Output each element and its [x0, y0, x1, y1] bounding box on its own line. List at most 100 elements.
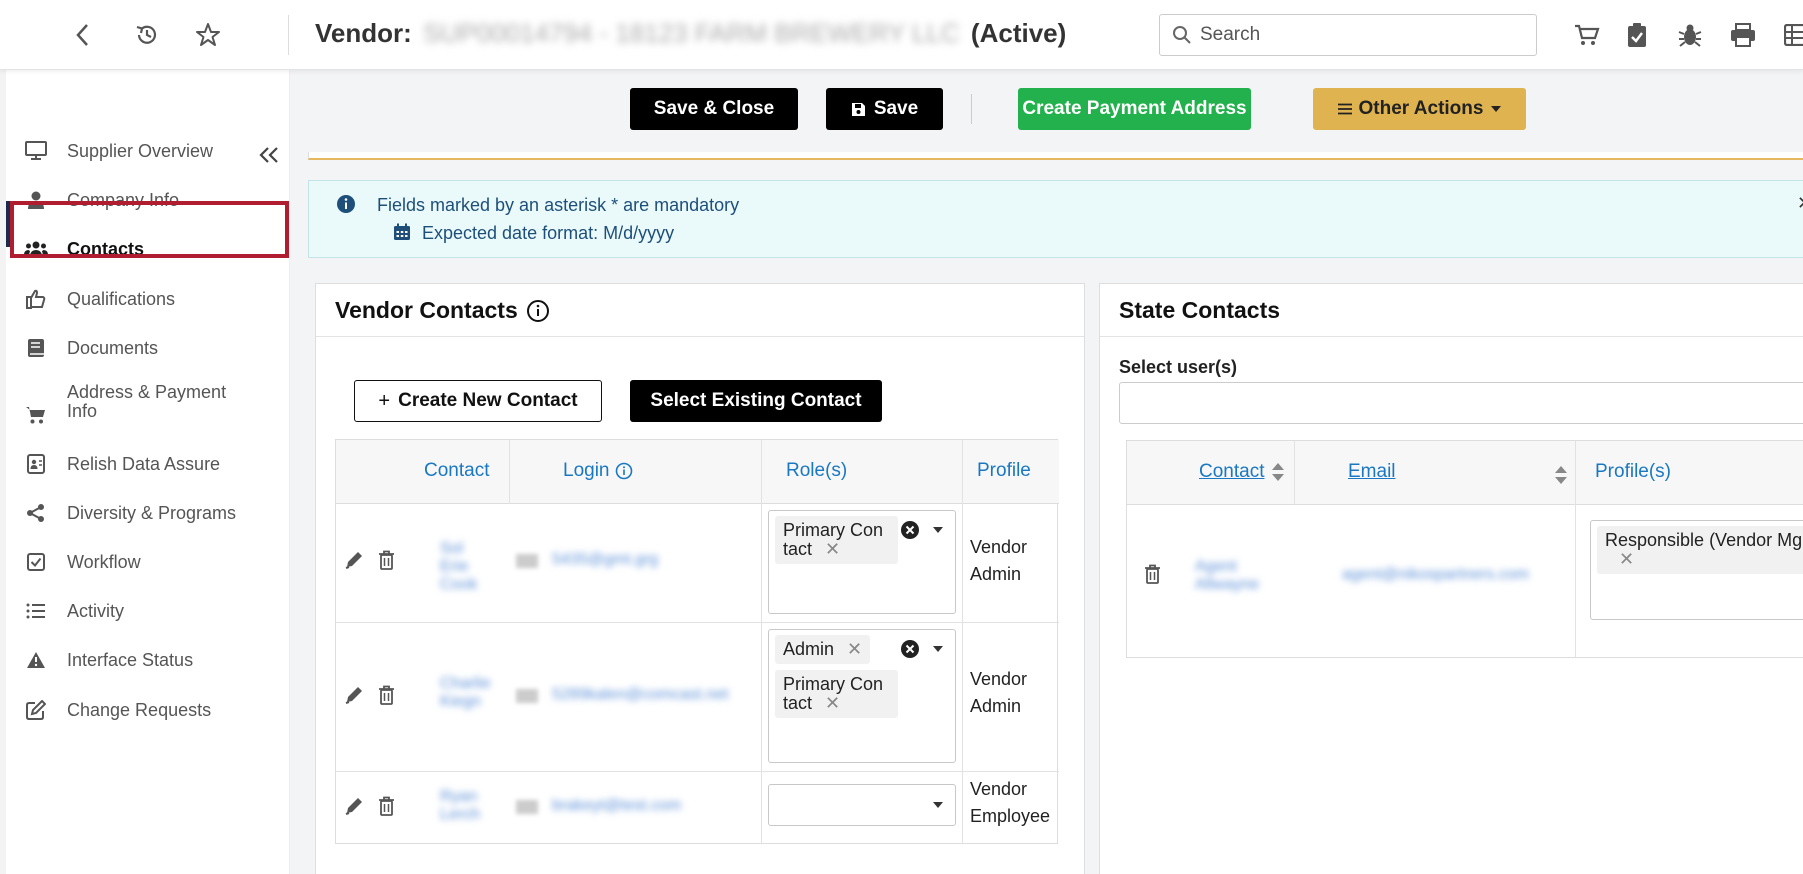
search-input[interactable]: [1200, 24, 1520, 46]
plus-icon: +: [378, 389, 391, 412]
share-icon: [24, 501, 48, 525]
other-actions-button[interactable]: Other Actions: [1313, 88, 1526, 130]
contact-name[interactable]: Sol Erie Cook: [440, 540, 496, 594]
col-header-login-text: Login: [563, 460, 610, 481]
save-button[interactable]: Save: [826, 88, 943, 130]
warning-icon: [24, 648, 48, 672]
pencil-icon[interactable]: [344, 550, 364, 570]
sidebar-item-label: Interface Status: [67, 649, 194, 670]
info-circle-icon[interactable]: [526, 299, 550, 323]
login-email[interactable]: 5289kalen@comcast.net: [552, 686, 752, 704]
roles-multiselect[interactable]: Primary Con tact ✕: [768, 510, 956, 614]
thumbs-up-icon: [24, 287, 48, 311]
create-payment-address-button[interactable]: Create Payment Address: [1018, 88, 1251, 130]
col-header-contact[interactable]: Contact: [424, 460, 489, 482]
calendar-icon: [393, 223, 411, 241]
remove-tag-icon[interactable]: ✕: [825, 539, 840, 559]
sidebar-item-label: Change Requests: [67, 699, 212, 720]
save-close-button[interactable]: Save & Close: [630, 88, 798, 130]
cart-icon[interactable]: [1572, 20, 1602, 50]
previous-section-edge: [308, 152, 1803, 160]
sidebar-item-interface-status[interactable]: Interface Status: [0, 640, 290, 680]
col-header-email[interactable]: Email: [1348, 461, 1396, 483]
select-users-label: Select user(s): [1119, 357, 1238, 377]
contact-name[interactable]: Charlie Kiegn: [440, 675, 500, 711]
sidebar-item-label: Activity: [67, 600, 125, 621]
state-contacts-panel: State Contacts Select user(s) Contact Em…: [1099, 283, 1803, 874]
trash-icon[interactable]: [378, 685, 395, 705]
info-date-format-text: Expected date format: M/d/yyyy: [422, 223, 675, 243]
page-title: Vendor: SUP00014794 - 18123 FARM BREWERY…: [315, 18, 1066, 49]
pencil-icon[interactable]: [344, 685, 364, 705]
login-status-badge: [516, 800, 538, 814]
trash-icon[interactable]: [378, 796, 395, 816]
other-actions-label: Other Actions: [1358, 98, 1484, 119]
sort-icon[interactable]: [1555, 466, 1567, 484]
role-tag: Primary Con tact ✕: [775, 670, 898, 718]
close-icon[interactable]: ✕: [1797, 193, 1803, 214]
login-email[interactable]: 5435@gmt.grg: [552, 551, 658, 569]
caret-down-icon[interactable]: [933, 802, 943, 808]
sidebar-item-relish-data-assure[interactable]: Relish Data Assure: [0, 444, 290, 484]
remove-tag-icon[interactable]: ✕: [1619, 549, 1634, 569]
profiles-multiselect[interactable]: Responsible (Vendor Mg ✕: [1590, 520, 1803, 620]
back-icon[interactable]: [68, 20, 98, 50]
col-header-login[interactable]: Login: [563, 460, 633, 482]
sidebar-item-activity[interactable]: Activity: [0, 591, 290, 631]
search-box[interactable]: [1159, 14, 1537, 56]
vendor-contacts-title-text: Vendor Contacts: [335, 297, 518, 323]
col-header-roles[interactable]: Role(s): [786, 460, 847, 482]
sidebar-item-label: Diversity & Programs: [67, 502, 237, 523]
col-header-profile[interactable]: Profile: [977, 460, 1031, 482]
clear-all-icon[interactable]: [900, 520, 920, 540]
roles-multiselect[interactable]: [768, 784, 956, 826]
sidebar-item-label: Documents: [67, 337, 159, 358]
sidebar-item-diversity-programs[interactable]: Diversity & Programs: [0, 493, 290, 533]
contact-name[interactable]: Agent Allwayne: [1195, 558, 1261, 594]
book-icon: [24, 336, 48, 360]
sidebar-item-documents[interactable]: Documents: [0, 328, 290, 368]
remove-tag-icon[interactable]: ✕: [847, 639, 862, 659]
remove-tag-icon[interactable]: ✕: [825, 693, 840, 713]
sidebar-item-label: Supplier Overview: [67, 140, 214, 161]
history-icon[interactable]: [132, 20, 162, 50]
monitor-icon: [24, 139, 48, 163]
profile-tag: Responsible (Vendor Mg ✕: [1597, 526, 1803, 574]
caret-down-icon[interactable]: [933, 527, 943, 533]
sort-icon: [1272, 463, 1285, 481]
state-contacts-table: Contact Email Profile(s) Agent Allwayne …: [1126, 440, 1803, 658]
select-existing-contact-button[interactable]: Select Existing Contact: [630, 380, 882, 422]
sidebar-item-address-payment-info[interactable]: Address & Payment Info: [0, 373, 290, 431]
bug-icon[interactable]: [1675, 20, 1705, 50]
panel-divider: [316, 336, 1084, 337]
clipboard-check-icon[interactable]: [1622, 20, 1652, 50]
star-icon[interactable]: [193, 20, 223, 50]
info-circle-icon: [336, 194, 356, 214]
sidebar-item-workflow[interactable]: Workflow: [0, 542, 290, 582]
pencil-icon[interactable]: [344, 796, 364, 816]
trash-icon[interactable]: [1144, 564, 1161, 584]
main-content: Save & Close Save Create Payment Address…: [290, 70, 1803, 874]
col-header-contact[interactable]: Contact: [1199, 461, 1285, 483]
caret-down-icon[interactable]: [933, 646, 943, 652]
sidebar-item-supplier-overview[interactable]: Supplier Overview: [0, 131, 290, 171]
clear-all-icon[interactable]: [900, 639, 920, 659]
col-header-profiles[interactable]: Profile(s): [1595, 461, 1671, 483]
profile-value: Vendor Admin: [970, 669, 1028, 716]
print-icon[interactable]: [1728, 20, 1758, 50]
roles-multiselect[interactable]: Admin ✕ Primary Con tact ✕: [768, 629, 956, 763]
trash-icon[interactable]: [378, 550, 395, 570]
sidebar-item-qualifications[interactable]: Qualifications: [0, 279, 290, 319]
create-new-contact-button[interactable]: + Create New Contact: [354, 380, 602, 422]
contact-name[interactable]: Ryan Lerch: [440, 788, 490, 824]
col-divider: [509, 440, 510, 504]
title-prefix: Vendor:: [315, 18, 412, 48]
sidebar-item-change-requests[interactable]: Change Requests: [0, 690, 290, 730]
login-status-badge: [516, 554, 538, 568]
contact-email[interactable]: agent@nikospartners.com: [1342, 566, 1529, 584]
login-email[interactable]: brakeyt@test.com: [552, 797, 681, 815]
select-users-input[interactable]: [1119, 382, 1803, 424]
grid-icon[interactable]: [1780, 20, 1803, 50]
save-label: Save: [873, 98, 919, 119]
info-circle-icon: [615, 462, 633, 480]
